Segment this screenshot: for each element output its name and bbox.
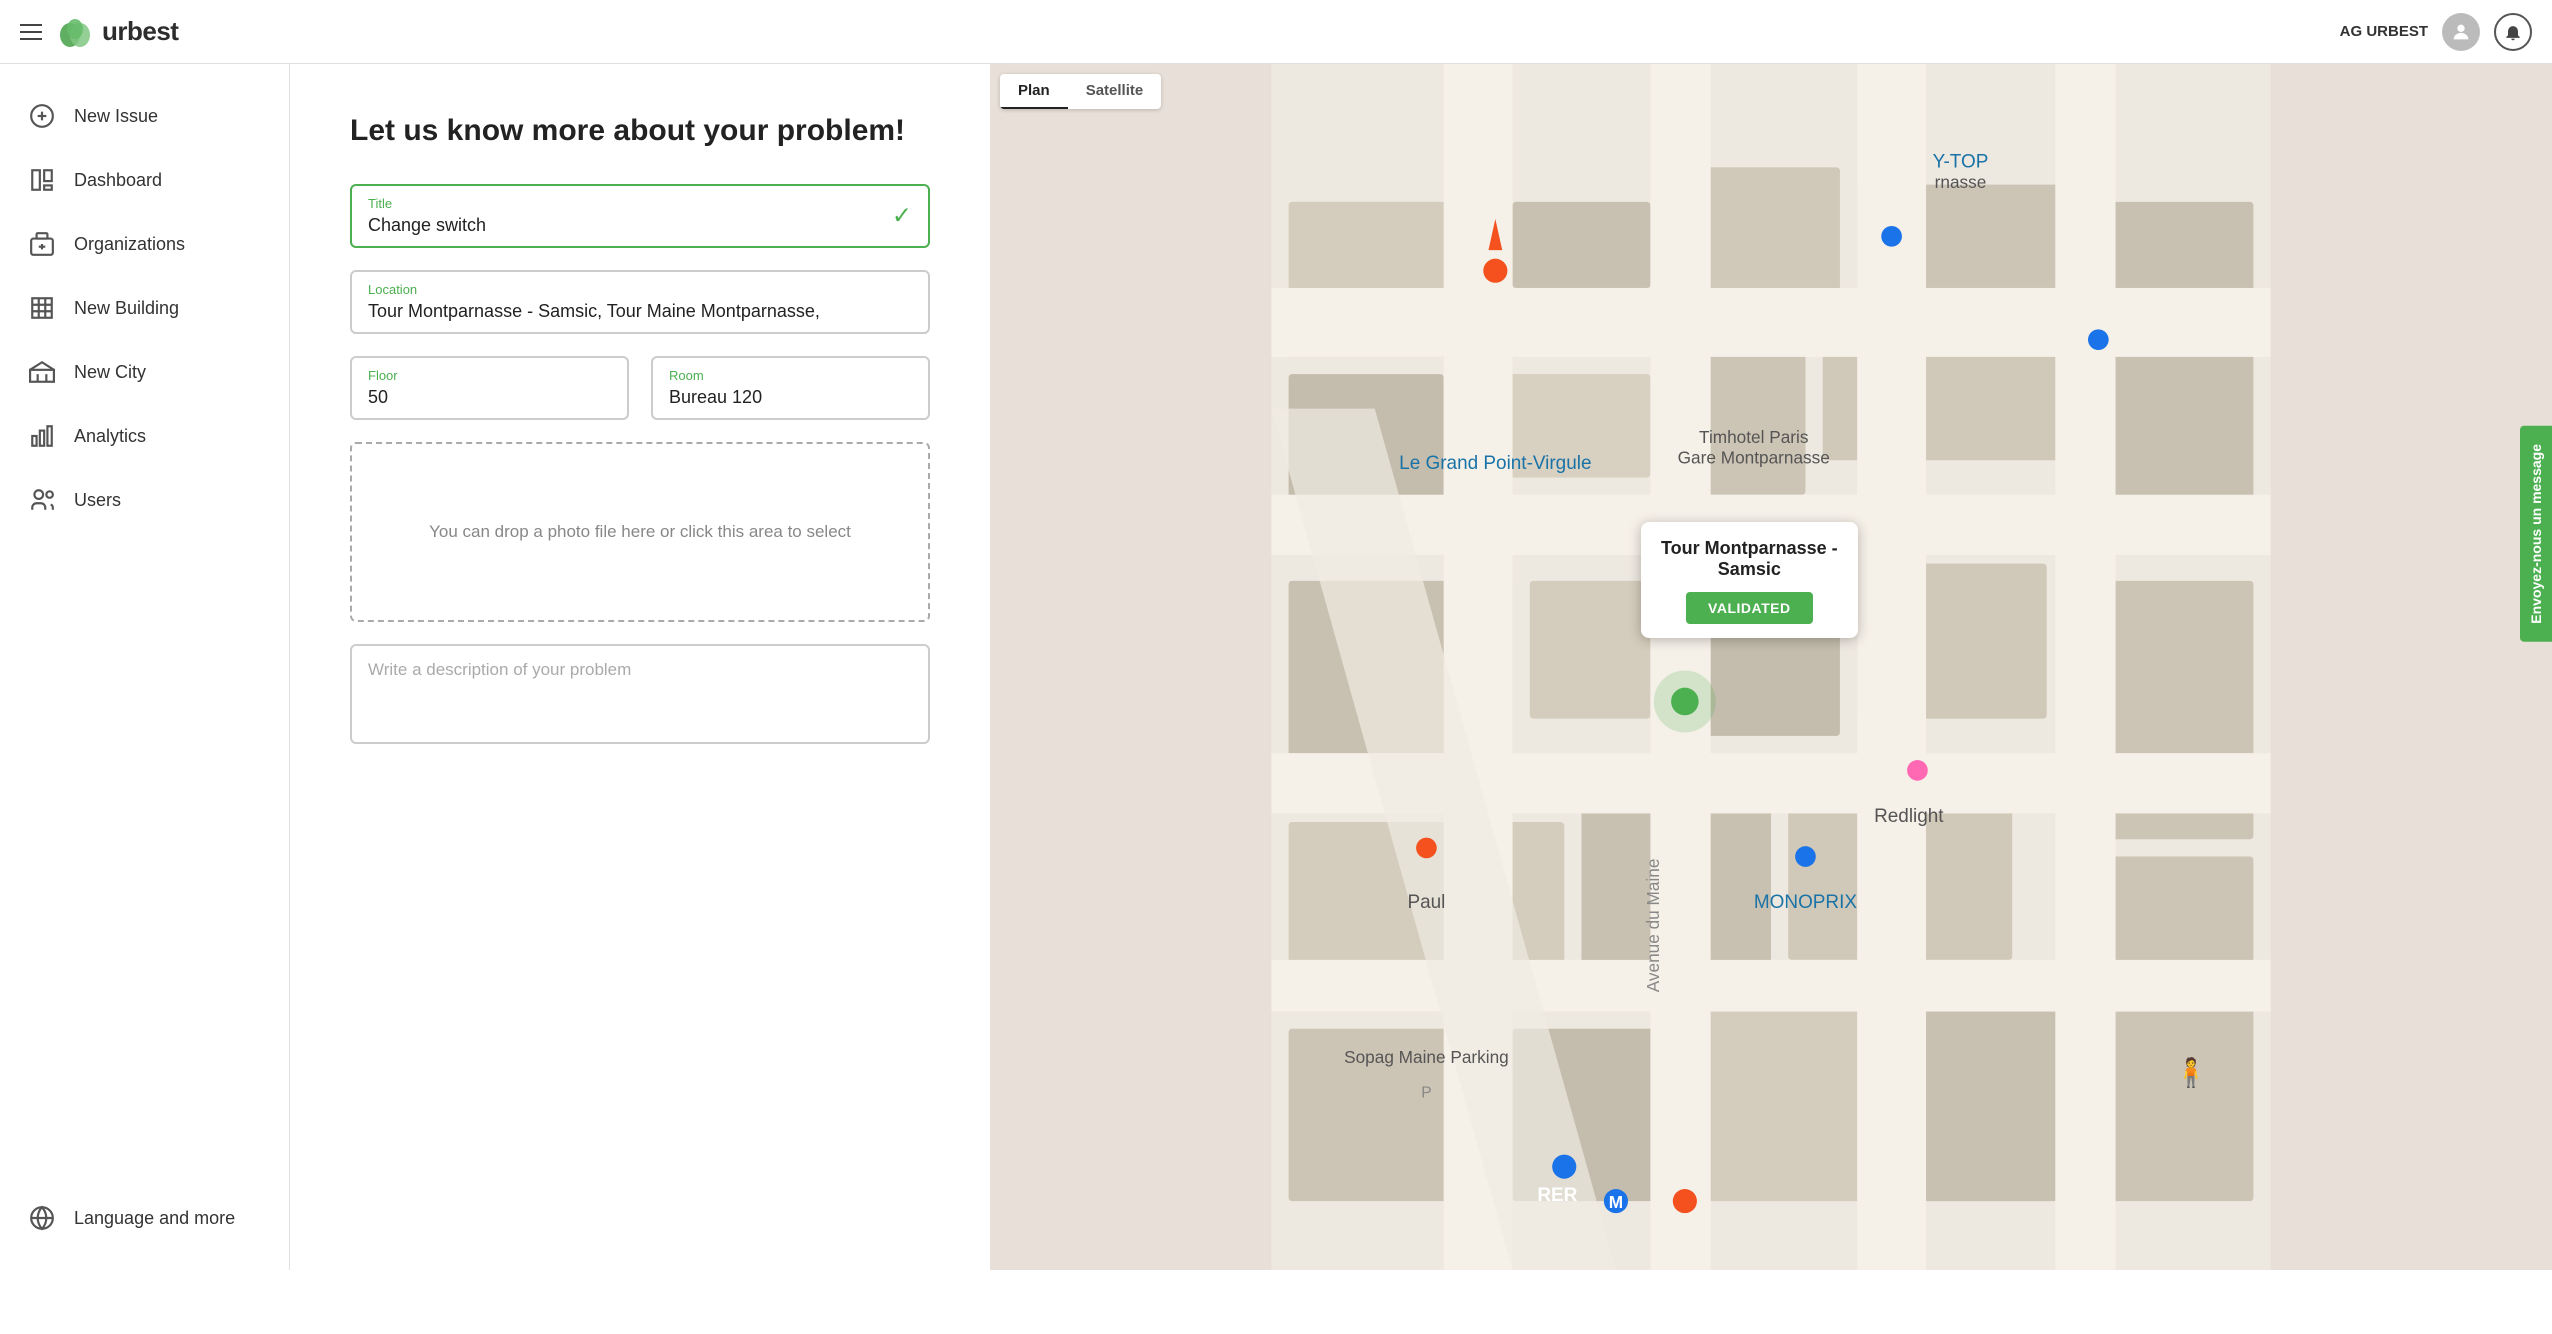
sidebar-item-label: Analytics	[74, 426, 146, 447]
photo-dropzone[interactable]: You can drop a photo file here or click …	[350, 442, 930, 622]
sidebar-item-new-building[interactable]: New Building	[0, 276, 289, 340]
dropzone-text: You can drop a photo file here or click …	[429, 522, 851, 542]
sidebar: New Issue Dashboard Organizations New Bu…	[0, 64, 290, 1270]
location-field-wrapper: Location	[350, 270, 930, 334]
street-view-person: 🧍	[2174, 1056, 2209, 1089]
floor-room-group: Floor Room	[350, 356, 930, 420]
floor-input[interactable]	[368, 387, 611, 408]
plus-circle-icon	[28, 102, 56, 130]
room-label: Room	[669, 368, 912, 383]
header-left: urbest	[20, 13, 178, 51]
logo-icon	[56, 13, 94, 51]
svg-text:rnasse: rnasse	[1935, 172, 1987, 192]
sidebar-item-users[interactable]: Users	[0, 468, 289, 532]
location-field-group: Location	[350, 270, 930, 334]
main-layout: New Issue Dashboard Organizations New Bu…	[0, 64, 2552, 1270]
header: urbest AG URBEST	[0, 0, 2552, 64]
map-tab-satellite[interactable]: Satellite	[1068, 74, 1162, 109]
sidebar-item-new-city[interactable]: New City	[0, 340, 289, 404]
logo-text: urbest	[102, 16, 178, 47]
floor-label: Floor	[368, 368, 611, 383]
svg-text:M: M	[1609, 1192, 1623, 1212]
sidebar-item-label: Organizations	[74, 234, 185, 255]
floor-field-wrapper: Floor	[350, 356, 629, 420]
description-placeholder: Write a description of your problem	[368, 660, 631, 679]
check-icon: ✓	[892, 202, 912, 231]
sidebar-item-label: Language and more	[74, 1208, 235, 1229]
city-icon	[28, 358, 56, 386]
sidebar-item-label: New Building	[74, 298, 179, 319]
title-field-group: Title ✓	[350, 184, 930, 248]
hamburger-button[interactable]	[20, 24, 42, 40]
svg-text:Avenue du Maine: Avenue du Maine	[1643, 859, 1663, 993]
svg-text:Paul: Paul	[1407, 892, 1445, 913]
sidebar-item-analytics[interactable]: Analytics	[0, 404, 289, 468]
dashboard-icon	[28, 166, 56, 194]
svg-text:RER: RER	[1537, 1185, 1577, 1206]
svg-text:Le Grand Point-Virgule: Le Grand Point-Virgule	[1399, 453, 1591, 474]
sidebar-item-dashboard[interactable]: Dashboard	[0, 148, 289, 212]
sidebar-item-label: Users	[74, 490, 121, 511]
svg-text:Gare Montparnasse: Gare Montparnasse	[1678, 448, 1830, 468]
users-icon	[28, 486, 56, 514]
notification-bell[interactable]	[2494, 13, 2532, 51]
location-label: Location	[368, 282, 912, 297]
header-right: AG URBEST	[2340, 13, 2532, 51]
map-location-card: Tour Montparnasse -Samsic VALIDATED	[1641, 522, 1858, 638]
map-svg: Le Grand Point-Virgule Timhotel Paris Ga…	[990, 64, 2552, 1270]
map-tabs: Plan Satellite	[1000, 74, 1161, 109]
sidebar-item-label: Dashboard	[74, 170, 162, 191]
map-panel: Le Grand Point-Virgule Timhotel Paris Ga…	[990, 64, 2552, 1270]
svg-text:MONOPRIX: MONOPRIX	[1754, 892, 1857, 913]
svg-text:Timhotel Paris: Timhotel Paris	[1699, 427, 1808, 447]
svg-text:Sopag Maine Parking: Sopag Maine Parking	[1344, 1047, 1509, 1067]
room-field-wrapper: Room	[651, 356, 930, 420]
room-input[interactable]	[669, 387, 912, 408]
sidebar-item-label: New Issue	[74, 106, 158, 127]
sidebar-item-language[interactable]: Language and more	[0, 1186, 289, 1250]
title-input[interactable]	[368, 215, 912, 236]
description-field[interactable]: Write a description of your problem	[350, 644, 930, 744]
location-input[interactable]	[368, 301, 912, 322]
sidebar-item-organizations[interactable]: Organizations	[0, 212, 289, 276]
form-heading: Let us know more about your problem!	[350, 114, 930, 148]
user-avatar[interactable]	[2442, 13, 2480, 51]
building-icon	[28, 294, 56, 322]
svg-text:P: P	[1421, 1085, 1431, 1102]
organizations-icon	[28, 230, 56, 258]
title-label: Title	[368, 196, 912, 211]
logo: urbest	[56, 13, 178, 51]
map-card-title: Tour Montparnasse -Samsic	[1661, 538, 1838, 580]
title-field-wrapper: Title ✓	[350, 184, 930, 248]
validated-button[interactable]: VALIDATED	[1686, 592, 1813, 624]
svg-text:Y-TOP: Y-TOP	[1933, 151, 1989, 172]
analytics-icon	[28, 422, 56, 450]
sidebar-item-label: New City	[74, 362, 146, 383]
username-label: AG URBEST	[2340, 23, 2428, 40]
svg-text:Redlight: Redlight	[1874, 806, 1944, 827]
globe-icon	[28, 1204, 56, 1232]
sidebar-item-new-issue[interactable]: New Issue	[0, 84, 289, 148]
map-tab-plan[interactable]: Plan	[1000, 74, 1068, 109]
main-form: Let us know more about your problem! Tit…	[290, 64, 990, 1270]
map-background: Le Grand Point-Virgule Timhotel Paris Ga…	[990, 64, 2552, 1270]
jivochat-tab[interactable]: Envoyez-nous un message	[2520, 426, 2552, 642]
